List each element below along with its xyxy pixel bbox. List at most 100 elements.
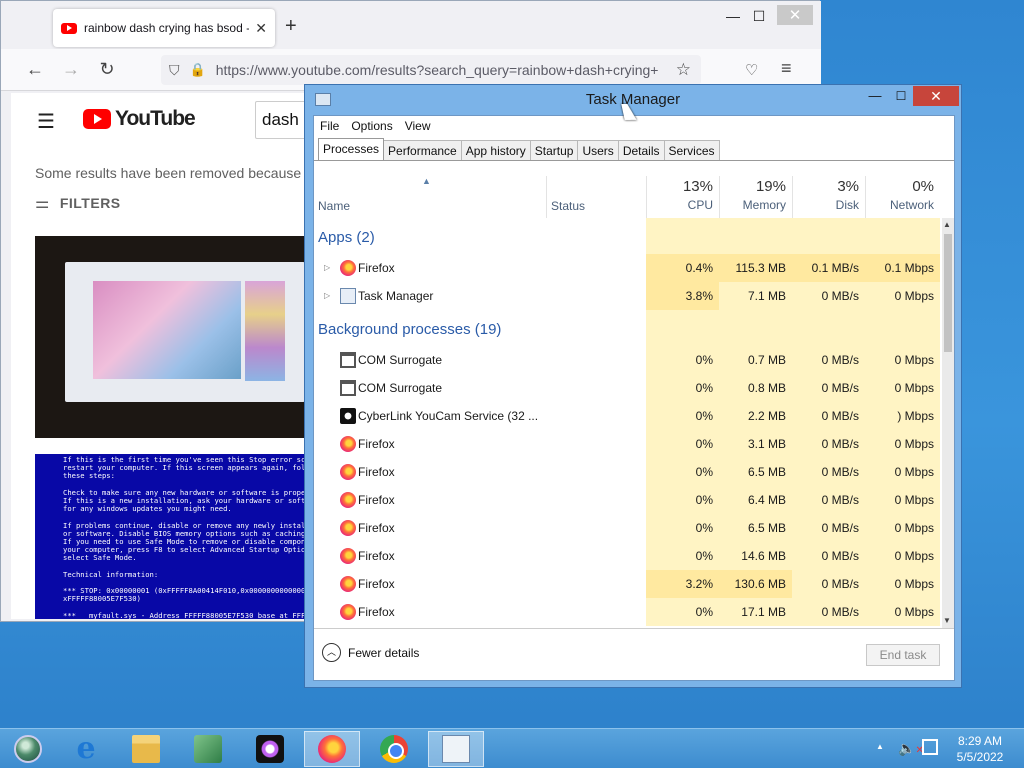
scrollbar-thumb[interactable] xyxy=(944,234,952,352)
disk-value: 0 MB/s xyxy=(792,346,865,374)
tab-divider xyxy=(314,160,954,161)
show-hidden-icons-icon[interactable]: ▲ xyxy=(876,742,884,751)
tab-services[interactable]: Services xyxy=(663,140,720,160)
taskbar-firefox[interactable] xyxy=(304,731,360,767)
network-value: 0 Mbps xyxy=(865,514,940,542)
process-row[interactable]: Firefox 0% 3.1 MB 0 MB/s 0 Mbps xyxy=(314,430,940,458)
taskbar-file-explorer[interactable] xyxy=(118,731,174,767)
url-text[interactable]: https://www.youtube.com/results?search_q… xyxy=(216,62,666,78)
cpu-total-pct: 13% xyxy=(682,178,713,195)
menu-view[interactable]: View xyxy=(399,116,437,136)
back-button[interactable]: ← xyxy=(23,59,47,80)
column-status[interactable]: Status xyxy=(546,176,646,218)
guide-menu-icon[interactable]: ☰ xyxy=(37,109,55,134)
minimize-button[interactable]: — xyxy=(861,87,889,107)
taskbar-chrome[interactable] xyxy=(366,731,422,767)
start-button[interactable] xyxy=(0,731,56,767)
close-button[interactable]: ✕ xyxy=(913,86,959,106)
close-window-button[interactable]: ✕ xyxy=(777,5,813,25)
tab-processes[interactable]: Processes xyxy=(318,138,385,160)
process-row[interactable]: Firefox 0% 14.6 MB 0 MB/s 0 Mbps xyxy=(314,542,940,570)
menu-file[interactable]: File xyxy=(314,116,345,136)
youtube-play-icon xyxy=(83,109,111,129)
pocket-icon[interactable]: ♡ xyxy=(745,61,758,79)
process-row[interactable]: Firefox 0% 6.5 MB 0 MB/s 0 Mbps xyxy=(314,514,940,542)
network-value: 0 Mbps xyxy=(865,282,940,310)
process-name: Firefox xyxy=(358,549,395,563)
task-manager-window[interactable]: Task Manager — ☐ ✕ File Options View Pro… xyxy=(304,84,962,688)
column-network[interactable]: 0% Network xyxy=(865,176,940,218)
taskbar-internet-explorer[interactable]: e xyxy=(58,731,114,767)
close-tab-icon[interactable]: ✕ xyxy=(255,20,267,37)
fewer-details-button[interactable]: ︿ Fewer details xyxy=(322,643,419,662)
bookmark-star-icon[interactable]: ☆ xyxy=(676,60,691,80)
new-tab-button[interactable]: + xyxy=(285,15,297,38)
tab-performance[interactable]: Performance xyxy=(383,140,462,160)
taskbar-control-panel[interactable] xyxy=(180,731,236,767)
clock-date: 5/5/2022 xyxy=(956,750,1004,764)
process-name: Firefox xyxy=(358,577,395,591)
process-row[interactable]: Firefox 0% 17.1 MB 0 MB/s 0 Mbps xyxy=(314,598,940,626)
process-row[interactable]: Firefox 0% 6.5 MB 0 MB/s 0 Mbps xyxy=(314,458,940,486)
firefox-icon xyxy=(340,520,356,536)
browser-tab[interactable]: rainbow dash crying has bsod - ✕ xyxy=(53,9,275,47)
column-disk[interactable]: 3% Disk xyxy=(792,176,865,218)
youtube-logo[interactable]: YouTube xyxy=(83,107,196,131)
memory-value: 3.1 MB xyxy=(719,430,792,458)
clock[interactable]: 8:29 AM 5/5/2022 xyxy=(952,733,1008,765)
firefox-icon xyxy=(340,260,356,276)
column-memory[interactable]: 19% Memory xyxy=(719,176,792,218)
firefox-icon xyxy=(340,548,356,564)
tracking-protection-icon[interactable]: ⛉ xyxy=(169,62,180,79)
process-name-cell: Firefox xyxy=(314,430,546,458)
thumbnail-pony-video xyxy=(93,281,241,379)
process-row[interactable]: CyberLink YouCam Service (32 ... 0% 2.2 MB… xyxy=(314,402,940,430)
column-name[interactable]: ▲ Name xyxy=(314,176,546,218)
process-row[interactable]: COM Surrogate 0% 0.7 MB 0 MB/s 0 Mbps xyxy=(314,346,940,374)
taskbar-task-manager[interactable] xyxy=(428,731,484,767)
disk-value: 0 MB/s xyxy=(792,542,865,570)
app-menu-button[interactable]: ≡ xyxy=(781,58,792,79)
process-row[interactable]: ▷ Firefox 0.4% 115.3 MB 0.1 MB/s 0.1 Mbps xyxy=(314,254,940,282)
volume-muted-icon[interactable]: 🔈✕ xyxy=(898,740,924,757)
process-name-cell: Firefox xyxy=(314,458,546,486)
disk-value: 0 MB/s xyxy=(792,486,865,514)
process-name-cell: ▷ Firefox xyxy=(314,254,546,282)
maximize-button[interactable]: ☐ xyxy=(887,87,915,107)
menu-options[interactable]: Options xyxy=(345,116,398,136)
disk-value: 0 MB/s xyxy=(792,570,865,598)
expand-arrow-icon[interactable]: ▷ xyxy=(324,282,330,310)
reload-button[interactable]: ↻ xyxy=(95,59,119,80)
memory-value: 130.6 MB xyxy=(719,570,792,598)
tab-app-history[interactable]: App history xyxy=(460,140,531,160)
maximize-button[interactable]: ☐ xyxy=(739,5,779,27)
forward-button[interactable]: → xyxy=(59,59,83,80)
scroll-up-icon[interactable]: ▲ xyxy=(943,220,951,229)
end-task-button[interactable]: End task xyxy=(866,644,940,666)
cpu-value: 0% xyxy=(646,374,719,402)
network-value xyxy=(865,310,940,346)
vertical-scrollbar[interactable]: ▲ ▼ xyxy=(942,218,954,628)
video-thumbnail[interactable] xyxy=(35,236,325,438)
tab-users[interactable]: Users xyxy=(577,140,619,160)
url-bar[interactable]: ⛉ 🔒 https://www.youtube.com/results?sear… xyxy=(161,55,701,85)
filters-button[interactable]: ⚌ FILTERS xyxy=(35,193,121,213)
lock-icon[interactable]: 🔒 xyxy=(190,62,206,78)
column-disk-label: Disk xyxy=(835,198,859,212)
expand-arrow-icon[interactable]: ▷ xyxy=(324,254,330,282)
process-row[interactable]: Firefox 3.2% 130.6 MB 0 MB/s 0 Mbps xyxy=(314,570,940,598)
taskbar-cyberlink-youcam[interactable] xyxy=(242,731,298,767)
tab-startup[interactable]: Startup xyxy=(529,140,579,160)
scroll-down-icon[interactable]: ▼ xyxy=(943,616,951,625)
network-icon[interactable] xyxy=(922,739,938,755)
column-network-label: Network xyxy=(889,198,934,212)
video-thumbnail-bsod[interactable]: If this is the first time you've seen th… xyxy=(35,454,325,619)
process-row[interactable]: COM Surrogate 0% 0.8 MB 0 MB/s 0 Mbps xyxy=(314,374,940,402)
group-header-row[interactable]: Apps (2) xyxy=(314,218,940,254)
tab-details[interactable]: Details xyxy=(617,140,665,160)
memory-value: 14.6 MB xyxy=(719,542,792,570)
group-header-row[interactable]: Background processes (19) xyxy=(314,310,940,346)
process-row[interactable]: ▷ Task Manager 3.8% 7.1 MB 0 MB/s 0 Mbps xyxy=(314,282,940,310)
column-cpu[interactable]: 13% CPU xyxy=(646,176,719,218)
process-row[interactable]: Firefox 0% 6.4 MB 0 MB/s 0 Mbps xyxy=(314,486,940,514)
